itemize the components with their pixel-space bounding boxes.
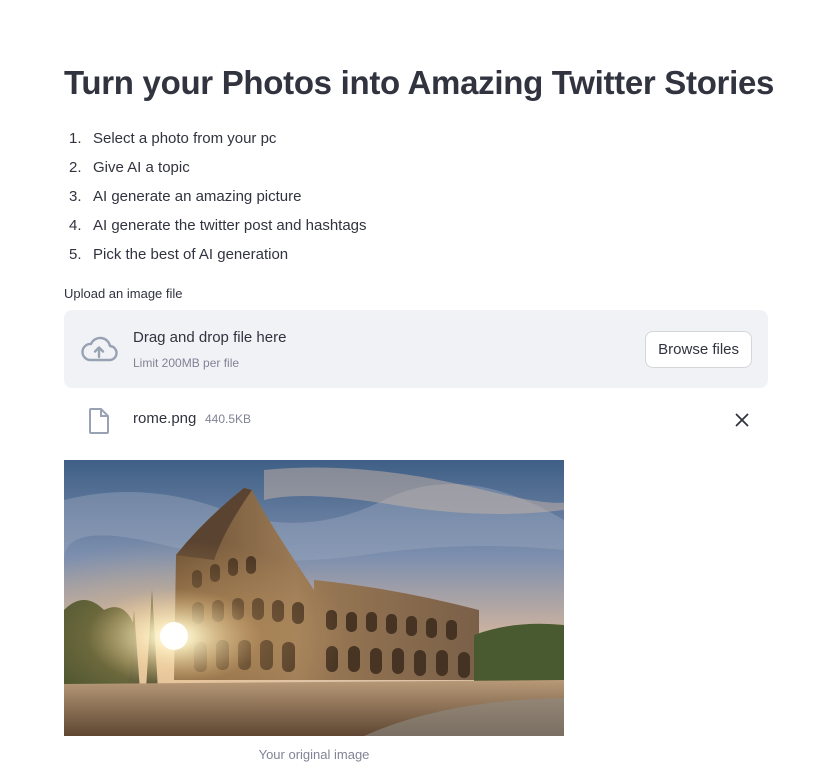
dropzone-limit: Limit 200MB per file <box>133 356 240 370</box>
step-number: 5. <box>69 246 82 263</box>
original-image <box>64 460 564 736</box>
list-item: 3. AI generate an amazing picture <box>64 182 367 211</box>
step-number: 4. <box>69 217 82 234</box>
upload-label: Upload an image file <box>64 286 183 301</box>
file-dropzone[interactable]: Drag and drop file here Limit 200MB per … <box>64 310 768 388</box>
list-item: 4. AI generate the twitter post and hasht… <box>64 211 367 240</box>
cloud-upload-icon <box>81 336 118 362</box>
step-text: Select a photo from your pc <box>93 130 277 147</box>
step-text: Give AI a topic <box>93 159 190 176</box>
list-item: 2. Give AI a topic <box>64 153 367 182</box>
close-icon[interactable] <box>732 410 752 430</box>
file-icon <box>89 408 109 434</box>
dropzone-title: Drag and drop file here <box>133 329 287 346</box>
image-caption: Your original image <box>258 747 370 762</box>
step-number: 1. <box>69 130 82 147</box>
step-text: Pick the best of AI generation <box>93 246 289 263</box>
step-text: AI generate the twitter post and hashtag… <box>93 217 367 234</box>
steps-list: 1. Select a photo from your pc 2. Give AI … <box>64 124 367 269</box>
file-name: rome.png <box>133 410 197 427</box>
step-number: 3. <box>69 188 82 205</box>
page-title: Turn your Photos into Amazing Twitter St… <box>64 64 775 101</box>
step-number: 2. <box>69 159 82 176</box>
file-size: 440.5KB <box>205 412 252 426</box>
list-item: 1. Select a photo from your pc <box>64 124 367 153</box>
step-text: AI generate an amazing picture <box>93 188 302 205</box>
list-item: 5. Pick the best of AI generation <box>64 240 367 269</box>
uploaded-file-row: rome.png 440.5KB <box>64 400 768 440</box>
browse-files-button[interactable]: Browse files <box>645 331 752 368</box>
colosseum-photo <box>64 460 564 736</box>
